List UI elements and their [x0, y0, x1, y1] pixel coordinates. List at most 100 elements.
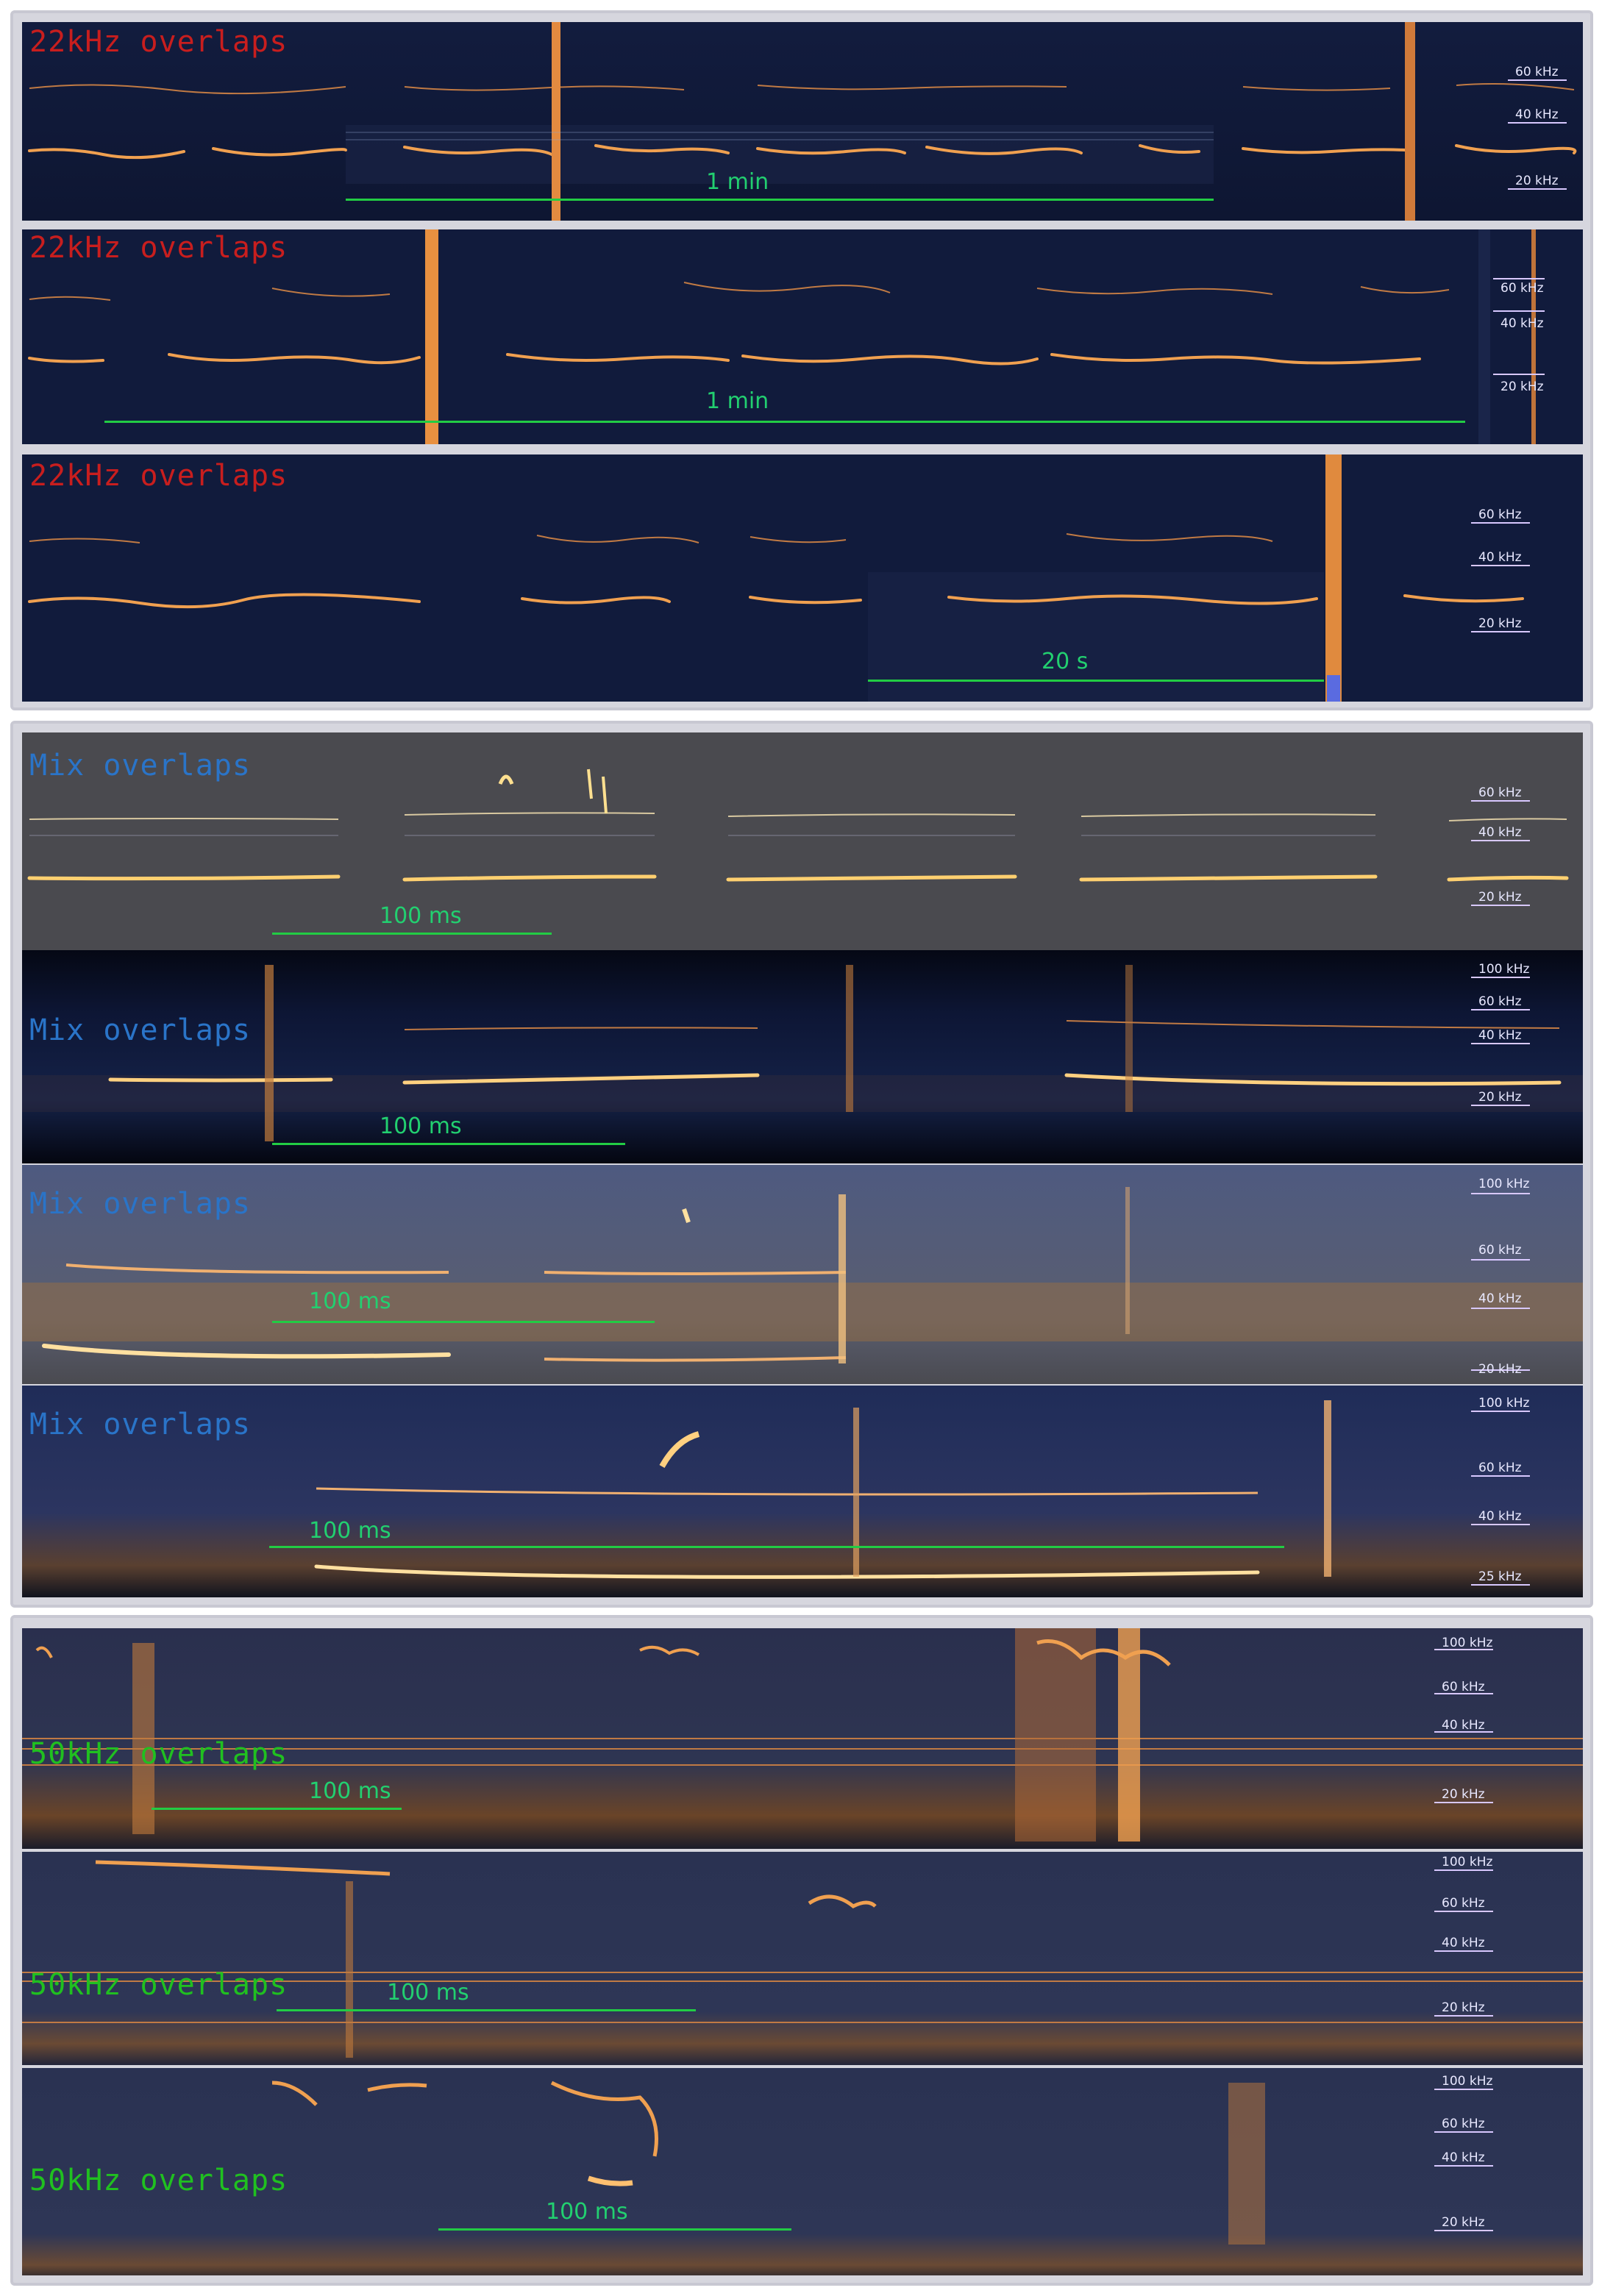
- spectrogram-22khz-2: 22kHz overlaps 1 min 60 kHz 40 kHz 20 kH…: [22, 229, 1583, 444]
- tick-line: [1434, 2230, 1493, 2231]
- scale-label: 20 s: [1042, 649, 1089, 674]
- scale-bar: [272, 1321, 655, 1323]
- freq-tick: 40 kHz: [1478, 550, 1522, 565]
- tick-line: [1471, 905, 1530, 906]
- spectrogram-50khz-3: 50kHz overlaps 100 ms 100 kHz 60 kHz 40 …: [22, 2068, 1583, 2275]
- scale-label: 100 ms: [380, 1113, 462, 1139]
- tick-line: [1471, 840, 1530, 841]
- tick-line: [1434, 1869, 1493, 1871]
- freq-tick: 40 kHz: [1478, 825, 1522, 840]
- tick-line: [1471, 1259, 1530, 1261]
- spectrogram-22khz-3: 22kHz overlaps 20 s 60 kHz 40 kHz 20 kHz: [22, 454, 1583, 702]
- scale-label: 100 ms: [387, 1980, 469, 2006]
- tick-line: [1434, 1802, 1493, 1803]
- tick-line: [1508, 122, 1567, 124]
- scale-bar: [868, 680, 1324, 682]
- tick-line: [1471, 1411, 1530, 1412]
- freq-tick: 20 kHz: [1500, 379, 1544, 394]
- tick-line: [1471, 800, 1530, 802]
- scale-bar: [152, 1808, 402, 1810]
- tick-line: [1434, 2015, 1493, 2017]
- spectrogram-image: [22, 732, 1583, 950]
- spectrogram-mix-4: Mix overlaps 100 ms 100 kHz 60 kHz 40 kH…: [22, 1386, 1583, 1597]
- panel-label: 22kHz overlaps: [29, 231, 288, 265]
- freq-tick: 60 kHz: [1500, 281, 1544, 296]
- freq-tick: 60 kHz: [1478, 507, 1522, 522]
- panel-label: Mix overlaps: [29, 1187, 251, 1221]
- tick-line: [1508, 79, 1567, 81]
- panel-label: 22kHz overlaps: [29, 459, 288, 493]
- scale-bar: [272, 933, 552, 935]
- tick-line: [1471, 631, 1530, 632]
- freq-tick: 20 kHz: [1442, 1787, 1485, 1802]
- scale-bar: [269, 1546, 1284, 1548]
- freq-tick: 100 kHz: [1478, 1396, 1530, 1411]
- scale-bar: [346, 199, 1214, 201]
- tick-line: [1434, 2131, 1493, 2133]
- scale-label: 100 ms: [309, 1518, 391, 1544]
- freq-tick: 60 kHz: [1478, 785, 1522, 800]
- freq-tick: 100 kHz: [1442, 1855, 1493, 1869]
- tick-line: [1471, 1193, 1530, 1194]
- tick-line: [1493, 374, 1545, 375]
- freq-tick: 20 kHz: [1478, 616, 1522, 631]
- tick-line: [1471, 1584, 1530, 1586]
- scale-label: 100 ms: [309, 1778, 391, 1804]
- freq-tick: 40 kHz: [1442, 2150, 1485, 2165]
- freq-tick: 60 kHz: [1478, 1243, 1522, 1258]
- freq-tick: 20 kHz: [1478, 1362, 1522, 1377]
- scale-bar: [272, 1143, 625, 1145]
- freq-tick: 40 kHz: [1515, 107, 1559, 122]
- tick-line: [1471, 1475, 1530, 1477]
- tick-line: [1471, 1009, 1530, 1010]
- freq-tick: 60 kHz: [1478, 1461, 1522, 1475]
- freq-tick: 40 kHz: [1442, 1936, 1485, 1950]
- freq-tick: 60 kHz: [1478, 994, 1522, 1009]
- freq-tick: 20 kHz: [1442, 2215, 1485, 2230]
- panel-label: 50kHz overlaps: [29, 2164, 288, 2197]
- scale-label: 100 ms: [380, 903, 462, 929]
- freq-tick: 100 kHz: [1442, 2074, 1493, 2089]
- spectrogram-50khz-1: 50kHz overlaps 100 ms 100 kHz 60 kHz 40 …: [22, 1628, 1583, 1849]
- tick-line: [1508, 188, 1567, 190]
- scale-bar: [438, 2228, 791, 2231]
- freq-tick: 40 kHz: [1478, 1028, 1522, 1043]
- freq-tick: 60 kHz: [1442, 2117, 1485, 2131]
- scale-label: 100 ms: [309, 1288, 391, 1314]
- spectrogram-image: [22, 1165, 1583, 1384]
- freq-tick: 20 kHz: [1478, 1090, 1522, 1105]
- spectrogram-50khz-2: 50kHz overlaps 100 ms 100 kHz 60 kHz 40 …: [22, 1852, 1583, 2065]
- freq-tick: 100 kHz: [1478, 1177, 1530, 1191]
- freq-tick: 40 kHz: [1500, 316, 1544, 331]
- spectrogram-image: [22, 950, 1583, 1163]
- freq-tick: 60 kHz: [1442, 1680, 1485, 1694]
- tick-line: [1434, 1911, 1493, 1912]
- tick-line: [1434, 2165, 1493, 2167]
- tick-line: [1471, 977, 1530, 978]
- panel-label: Mix overlaps: [29, 1408, 251, 1441]
- freq-tick: 25 kHz: [1478, 1569, 1522, 1584]
- spectrogram-mix-3: Mix overlaps 100 ms 100 kHz 60 kHz 40 kH…: [22, 1165, 1583, 1384]
- tick-line: [1471, 1105, 1530, 1106]
- spectrogram-image: [22, 1386, 1583, 1597]
- freq-tick: 20 kHz: [1478, 890, 1522, 905]
- freq-tick: 60 kHz: [1442, 1896, 1485, 1911]
- tick-line: [1471, 1043, 1530, 1044]
- freq-tick: 40 kHz: [1478, 1291, 1522, 1306]
- panel-label: 50kHz overlaps: [29, 1737, 288, 1771]
- scale-bar: [277, 2009, 696, 2011]
- freq-tick: 100 kHz: [1478, 962, 1530, 977]
- panel-label: Mix overlaps: [29, 749, 251, 782]
- spectrogram-image: [22, 1852, 1583, 2065]
- scale-label: 1 min: [706, 388, 769, 414]
- freq-tick: 20 kHz: [1442, 2000, 1485, 2015]
- scale-label: 100 ms: [546, 2199, 628, 2225]
- tick-line: [1471, 1308, 1530, 1309]
- freq-tick: 100 kHz: [1442, 1636, 1493, 1650]
- tick-line: [1471, 522, 1530, 524]
- freq-tick: 40 kHz: [1442, 1718, 1485, 1733]
- spectrogram-mix-2: Mix overlaps 100 ms 100 kHz 60 kHz 40 kH…: [22, 950, 1583, 1163]
- tick-line: [1434, 2089, 1493, 2090]
- tick-line: [1471, 565, 1530, 566]
- panel-label: Mix overlaps: [29, 1013, 251, 1047]
